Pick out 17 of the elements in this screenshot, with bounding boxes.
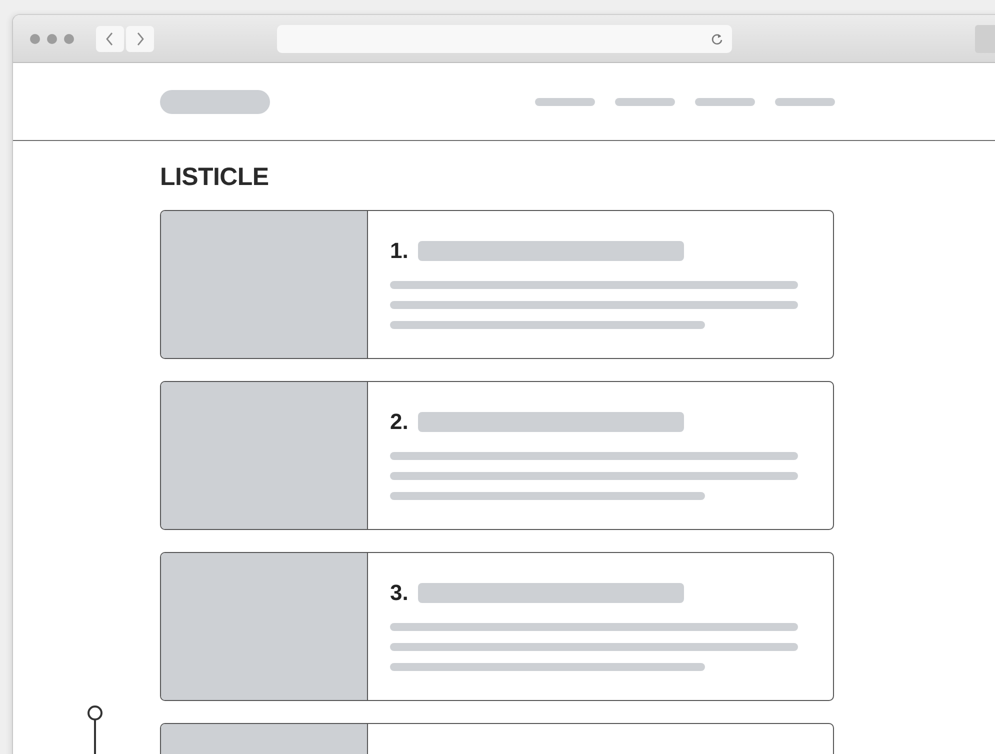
chevron-right-icon xyxy=(135,32,145,46)
nav-link-placeholder[interactable] xyxy=(615,98,675,106)
list-item-card[interactable]: 2. xyxy=(160,381,834,530)
list-item-card[interactable]: 1. xyxy=(160,210,834,359)
toolbar-button[interactable] xyxy=(975,24,995,52)
nav-link-placeholder[interactable] xyxy=(775,98,835,106)
reload-icon[interactable] xyxy=(710,32,724,46)
forward-button[interactable] xyxy=(126,26,154,52)
list-item-card[interactable]: 3. xyxy=(160,552,834,701)
item-number: 3. xyxy=(390,580,408,606)
back-button[interactable] xyxy=(96,26,124,52)
nav-link-placeholder[interactable] xyxy=(535,98,595,106)
chevron-left-icon xyxy=(105,32,115,46)
nav-link-placeholder[interactable] xyxy=(695,98,755,106)
page-heading: LISTICLE xyxy=(160,163,270,192)
item-number: 1. xyxy=(390,238,408,264)
item-number: 2. xyxy=(390,409,408,435)
